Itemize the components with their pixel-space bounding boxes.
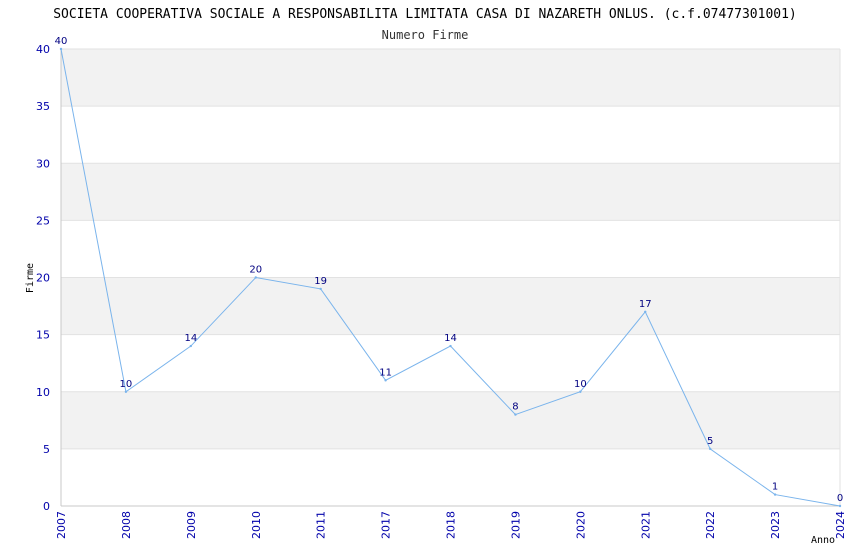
x-tick-label: 2023	[769, 511, 782, 539]
grid-band	[61, 391, 840, 449]
y-tick-label: 10	[36, 386, 50, 399]
data-point	[384, 379, 387, 382]
data-label: 10	[574, 379, 587, 390]
y-tick-label: 0	[43, 500, 50, 513]
data-label: 0	[837, 493, 843, 504]
data-label: 17	[639, 299, 652, 310]
data-point	[319, 287, 322, 291]
y-tick-label: 35	[36, 100, 50, 113]
data-label: 14	[444, 333, 457, 344]
x-tick-label: 2011	[315, 511, 328, 539]
x-tick-label: 2017	[380, 511, 393, 539]
x-tick-label: 2008	[120, 511, 133, 539]
data-label: 40	[55, 36, 68, 47]
data-point	[449, 344, 452, 348]
x-tick-label: 2021	[639, 511, 652, 539]
x-tick-labels: 2007 2008 2009 2010 2011 2017 2018 2019 2020 2021…	[55, 511, 847, 539]
chart-subtitle: Numero Firme	[382, 28, 469, 42]
y-tick-label: 5	[43, 443, 50, 456]
data-label: 10	[120, 379, 133, 390]
y-tick-label: 15	[36, 329, 50, 342]
data-label: 14	[184, 333, 197, 344]
grid-band	[61, 277, 840, 335]
y-tick-label: 25	[36, 214, 50, 227]
grid-bands	[61, 49, 840, 449]
data-point	[514, 413, 517, 416]
data-label: 11	[379, 367, 392, 378]
chart-title: SOCIETA COOPERATIVA SOCIALE A RESPONSABI…	[53, 7, 797, 22]
data-point	[189, 344, 193, 348]
line-chart: 0510152025303540 2007 2008 2009 2010 2011 201…	[25, 7, 847, 546]
y-tick-labels: 0 5 10 15 20 25 30 35 40	[36, 43, 50, 513]
x-tick-label: 2020	[574, 511, 587, 539]
y-tick-label: 40	[36, 43, 50, 56]
data-label: 20	[249, 265, 262, 276]
x-axis-label: Anno	[811, 535, 835, 546]
data-point	[254, 276, 257, 279]
y-axis-label: Firme	[25, 263, 36, 293]
x-tick-label: 2009	[185, 511, 198, 539]
x-tick-label: 2022	[704, 511, 717, 539]
data-label: 8	[512, 402, 518, 413]
data-point	[838, 504, 842, 508]
data-point	[773, 493, 777, 496]
x-tick-label: 2018	[445, 511, 458, 539]
data-label: 1	[772, 482, 778, 493]
data-point	[124, 390, 128, 393]
x-tick-label: 2019	[509, 511, 522, 539]
y-tick-label: 30	[36, 157, 50, 170]
grid-band	[61, 49, 840, 107]
data-label: 5	[707, 436, 713, 447]
y-tick-label: 20	[36, 272, 50, 285]
grid-band	[61, 163, 840, 221]
data-point	[59, 47, 63, 51]
data-point	[644, 310, 647, 313]
x-tick-label: 2024	[834, 511, 847, 539]
data-label: 19	[314, 276, 327, 287]
data-point	[579, 390, 582, 393]
data-point	[708, 447, 712, 451]
x-tick-label: 2007	[55, 511, 68, 539]
x-tick-label: 2010	[250, 511, 263, 539]
